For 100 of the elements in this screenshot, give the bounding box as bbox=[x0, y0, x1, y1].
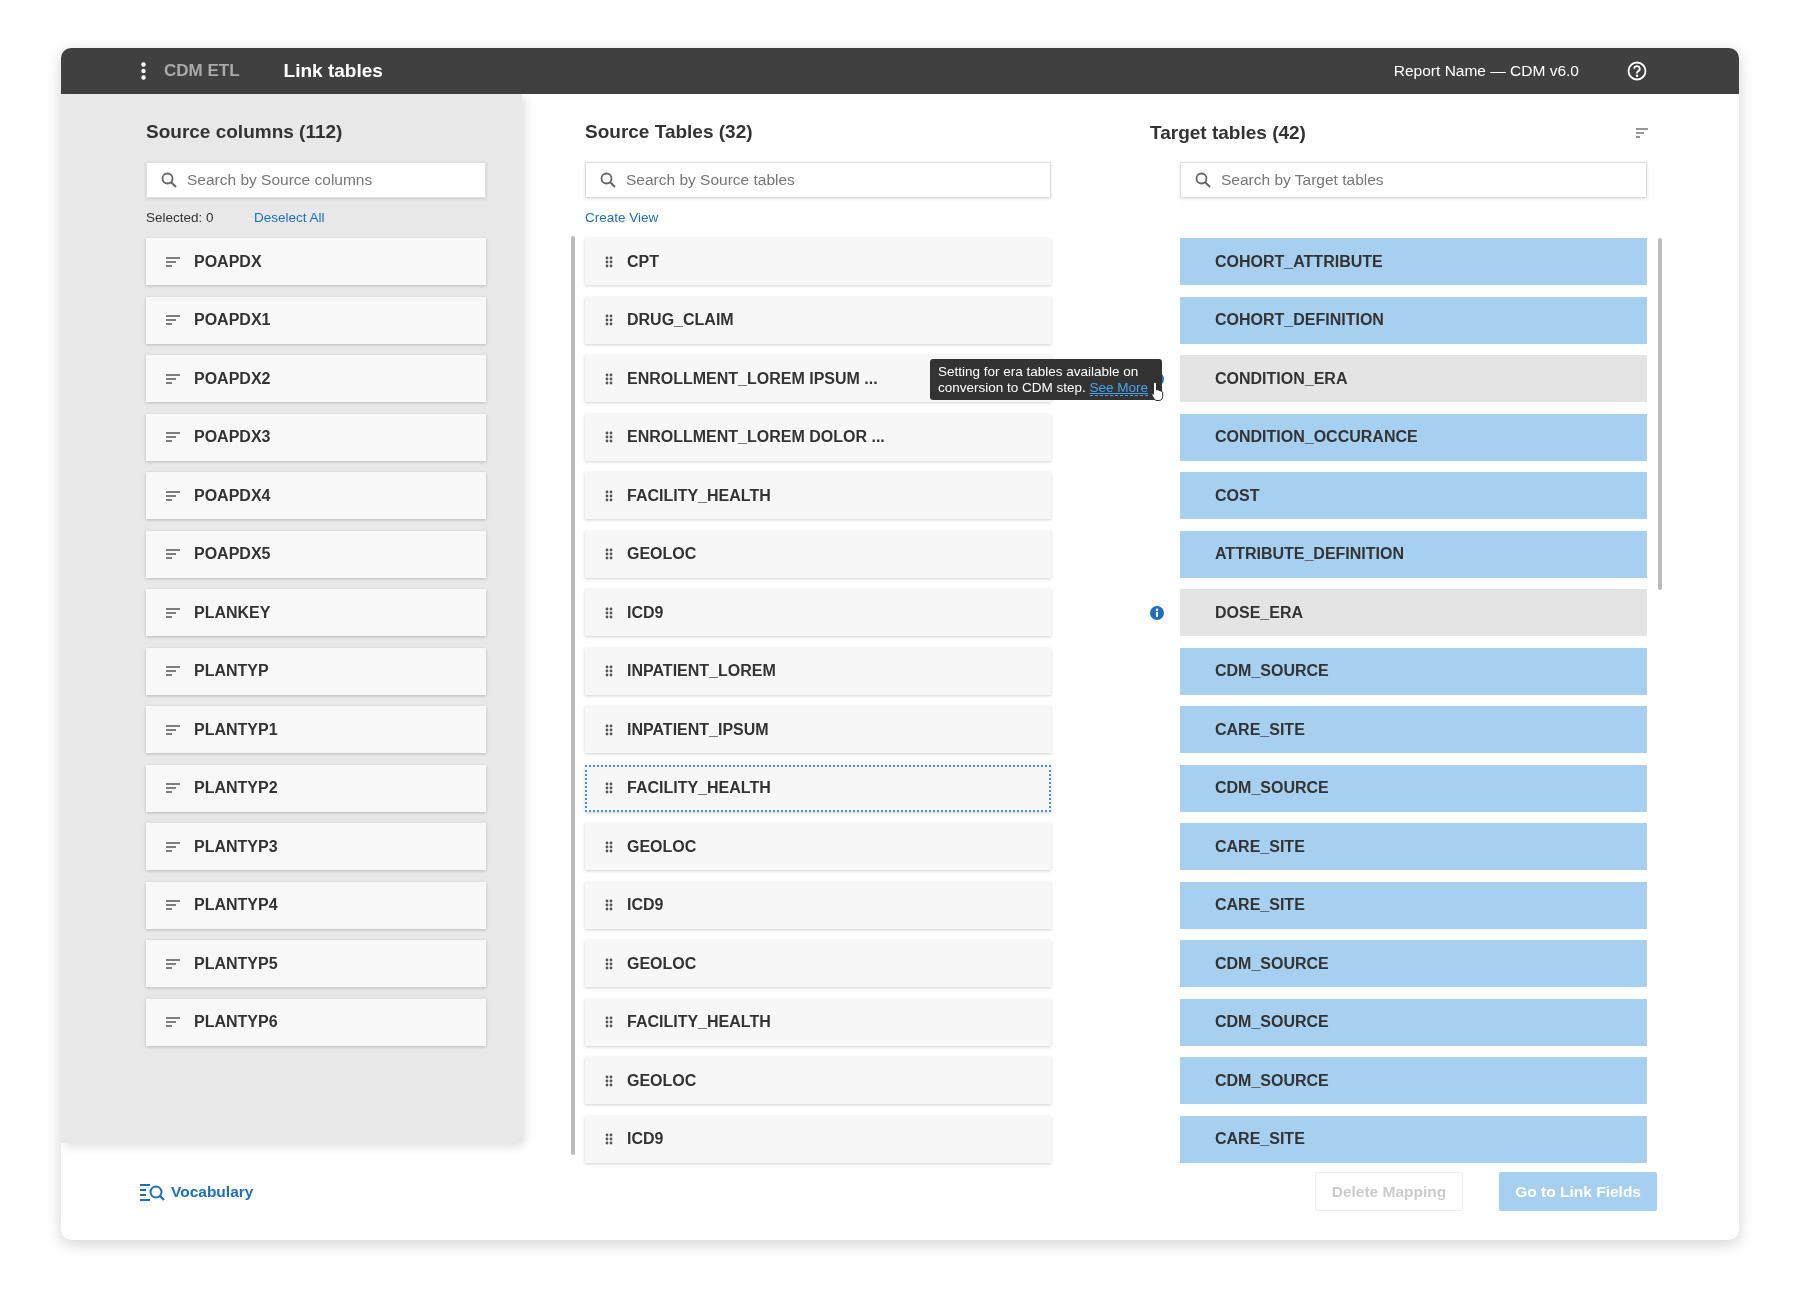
table-name: ICD9 bbox=[627, 895, 664, 915]
drag-handle-icon[interactable] bbox=[605, 255, 613, 268]
table-name: ICD9 bbox=[627, 602, 664, 623]
drag-handle-icon[interactable] bbox=[605, 548, 613, 560]
column-item[interactable]: POAPDX5 bbox=[146, 530, 486, 578]
table-item[interactable]: ICD9 bbox=[585, 1115, 1051, 1163]
table-name: CPT bbox=[627, 251, 659, 272]
drag-handle-icon[interactable] bbox=[605, 372, 613, 385]
column-name: POAPDX5 bbox=[194, 544, 271, 564]
search-icon bbox=[161, 172, 177, 188]
target-table-item[interactable]: CARE_SITE bbox=[1180, 706, 1647, 753]
target-table-item[interactable]: COHORT_DEFINITION bbox=[1180, 296, 1647, 344]
target-table-item[interactable]: CDM_SOURCE bbox=[1180, 1057, 1647, 1104]
help-icon[interactable] bbox=[1627, 61, 1647, 81]
target-table-item[interactable]: CDM_SOURCE bbox=[1180, 764, 1647, 812]
drag-handle-icon[interactable] bbox=[605, 431, 613, 443]
selected-count: Selected: 0 bbox=[146, 208, 215, 227]
drag-handle-icon[interactable] bbox=[605, 840, 613, 853]
table-name: GEOLOC bbox=[627, 544, 697, 564]
search-field[interactable]: Search by Source tables bbox=[585, 162, 1051, 198]
column-item[interactable]: PLANTYP5 bbox=[146, 940, 486, 987]
sort-icon[interactable] bbox=[1636, 128, 1648, 138]
table-item[interactable]: GEOLOC bbox=[585, 823, 1051, 870]
table-item[interactable]: FACILITY_HEALTH bbox=[585, 998, 1051, 1046]
table-item[interactable]: ENROLLMENT_LOREM DOLOR ... bbox=[585, 413, 1051, 461]
column-item[interactable]: PLANTYP4 bbox=[146, 881, 486, 929]
drag-handle-icon[interactable] bbox=[605, 957, 613, 970]
drag-handle-icon[interactable] bbox=[605, 723, 613, 736]
column-item[interactable]: PLANTYP6 bbox=[146, 998, 486, 1046]
target-table-item[interactable]: CDM_SOURCE bbox=[1180, 647, 1647, 695]
table-item[interactable]: GEOLOC bbox=[585, 530, 1051, 578]
see-more-link[interactable]: See More bbox=[1089, 379, 1149, 396]
search-field[interactable]: Search by Source columns bbox=[146, 162, 486, 198]
drag-handle-icon[interactable] bbox=[605, 665, 613, 677]
table-item[interactable]: FACILITY_HEALTH bbox=[585, 472, 1051, 519]
target-table-item[interactable]: DOSE_ERA bbox=[1180, 589, 1647, 636]
column-item[interactable]: PLANKEY bbox=[146, 589, 486, 636]
lines-icon bbox=[166, 549, 180, 559]
drag-handle-icon[interactable] bbox=[605, 314, 613, 326]
search-list-icon bbox=[139, 1181, 165, 1202]
drag-handle-icon[interactable] bbox=[605, 1133, 613, 1145]
drag-handle-icon[interactable] bbox=[605, 782, 613, 794]
panel-title: Source columns (112) bbox=[146, 120, 344, 144]
table-name: GEOLOC bbox=[627, 1070, 697, 1091]
target-table-item[interactable]: COHORT_ATTRIBUTE bbox=[1180, 238, 1647, 285]
table-name: GEOLOC bbox=[627, 953, 697, 974]
table-item[interactable]: ICD9 bbox=[585, 881, 1051, 929]
table-item[interactable]: DRUG_CLAIM bbox=[585, 296, 1051, 344]
target-table-item[interactable]: CARE_SITE bbox=[1180, 881, 1647, 929]
column-name: POAPDX4 bbox=[194, 485, 271, 506]
column-name: PLANTYP5 bbox=[194, 953, 278, 974]
table-item[interactable]: GEOLOC bbox=[585, 1057, 1051, 1104]
target-table-item[interactable]: CONDITION_ERA bbox=[1180, 355, 1647, 402]
deselect-all-link[interactable]: Deselect All bbox=[254, 207, 325, 229]
target-table-item[interactable]: CARE_SITE bbox=[1180, 1115, 1647, 1163]
lines-icon bbox=[166, 315, 180, 325]
column-name: PLANTYP4 bbox=[194, 895, 278, 915]
create-view-link[interactable]: Create View bbox=[585, 207, 659, 229]
search-field[interactable]: Search by Target tables bbox=[1180, 162, 1647, 198]
table-item[interactable]: INPATIENT_IPSUM bbox=[585, 706, 1051, 753]
info-icon[interactable] bbox=[1150, 605, 1164, 620]
target-table-item[interactable]: CDM_SOURCE bbox=[1180, 940, 1647, 987]
lines-icon bbox=[166, 256, 180, 267]
target-table-item[interactable]: CARE_SITE bbox=[1180, 823, 1647, 870]
lines-icon bbox=[166, 1017, 180, 1027]
table-name: FACILITY_HEALTH bbox=[627, 1012, 771, 1032]
target-table-item[interactable]: COST bbox=[1180, 472, 1647, 519]
target-table-item[interactable]: CONDITION_OCCURANCE bbox=[1180, 413, 1647, 461]
drag-handle-icon[interactable] bbox=[605, 1074, 613, 1087]
column-item[interactable]: PLANTYP bbox=[146, 647, 486, 695]
column-item[interactable]: POAPDX3 bbox=[146, 413, 486, 461]
column-name: PLANKEY bbox=[194, 602, 271, 623]
drag-handle-icon[interactable] bbox=[605, 899, 613, 911]
table-item[interactable]: INPATIENT_LOREM bbox=[585, 647, 1051, 695]
scrollbar[interactable] bbox=[571, 236, 575, 1155]
column-item[interactable]: POAPDX1 bbox=[146, 296, 486, 344]
column-item[interactable]: POAPDX bbox=[146, 238, 486, 285]
drag-handle-icon[interactable] bbox=[605, 1016, 613, 1028]
lines-icon bbox=[166, 490, 180, 501]
column-item[interactable]: POAPDX4 bbox=[146, 472, 486, 519]
app-name: CDM ETL bbox=[164, 60, 240, 83]
menu-icon[interactable] bbox=[141, 62, 146, 80]
column-item[interactable]: PLANTYP3 bbox=[146, 823, 486, 870]
hand-cursor-icon bbox=[1151, 381, 1165, 402]
table-item[interactable]: CPT bbox=[585, 238, 1051, 285]
target-table-item[interactable]: CDM_SOURCE bbox=[1180, 998, 1647, 1046]
table-item[interactable]: GEOLOC bbox=[585, 940, 1051, 987]
column-name: POAPDX2 bbox=[194, 368, 271, 389]
table-name: FACILITY_HEALTH bbox=[627, 485, 771, 506]
drag-handle-icon[interactable] bbox=[605, 606, 613, 619]
target-table-item[interactable]: ATTRIBUTE_DEFINITION bbox=[1180, 530, 1647, 578]
table-name: FACILITY_HEALTH bbox=[627, 778, 771, 798]
vocabulary-link[interactable]: Vocabulary bbox=[139, 1179, 254, 1204]
column-item[interactable]: PLANTYP2 bbox=[146, 764, 486, 812]
table-item[interactable]: FACILITY_HEALTH bbox=[585, 764, 1051, 812]
scrollbar[interactable] bbox=[1658, 238, 1662, 590]
column-item[interactable]: POAPDX2 bbox=[146, 355, 486, 402]
table-item[interactable]: ICD9 bbox=[585, 589, 1051, 636]
column-item[interactable]: PLANTYP1 bbox=[146, 706, 486, 753]
drag-handle-icon[interactable] bbox=[605, 489, 613, 502]
